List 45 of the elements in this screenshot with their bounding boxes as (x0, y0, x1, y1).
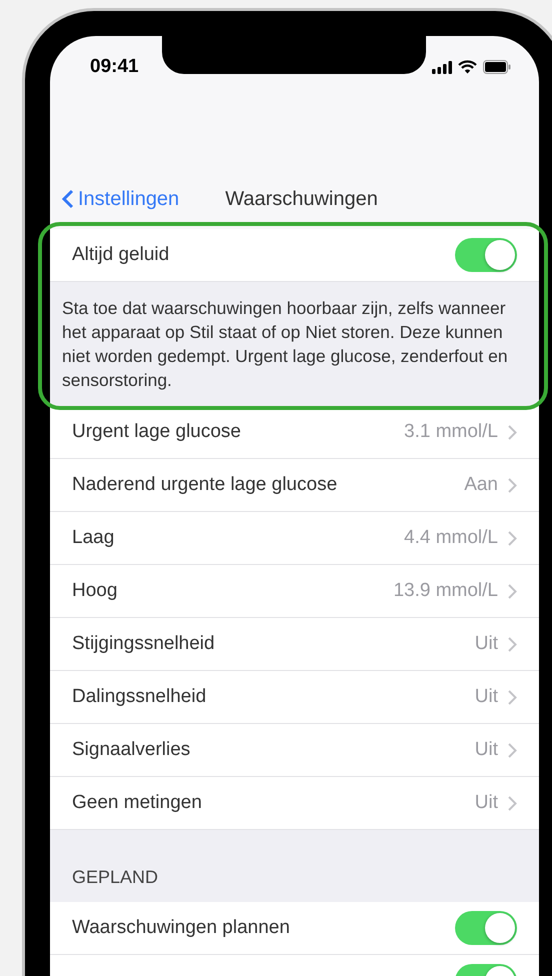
chevron-icon (508, 742, 517, 758)
row-label: Laag (72, 527, 116, 549)
row-label: Hoog (72, 580, 118, 602)
row-label: Altijd geluid (72, 244, 170, 266)
chevron-icon (508, 530, 517, 546)
row-value: Uit (474, 792, 498, 814)
row-value: Uit (474, 686, 498, 708)
chevron-icon (508, 584, 517, 598)
row-label: Urgent lage glucose (72, 421, 242, 443)
row-label: Geen metingen (72, 792, 203, 814)
settings-row[interactable]: Dalingssnelheid Uit (50, 671, 539, 724)
row-value: 13.9 mmol/L (393, 580, 498, 602)
chevron-icon (508, 690, 517, 704)
row-label: Signaalverlies (72, 739, 192, 761)
row-label: Stijgingssnelheid (72, 633, 216, 655)
settings-row[interactable]: Signaalverlies Uit (50, 724, 539, 777)
chevron-icon (508, 636, 517, 652)
chevron-icon (508, 478, 517, 492)
row-value: 4.4 mmol/L (404, 527, 498, 549)
row-value: 3.1 mmol/L (404, 421, 498, 443)
signal-icon (432, 60, 452, 74)
back-button[interactable]: Instellingen (62, 188, 180, 210)
settings-row[interactable]: Stijgingssnelheid Uit (50, 618, 539, 671)
chevron-icon (508, 424, 517, 440)
row-label: Waarschuwingen plannen (72, 917, 291, 939)
toggle-switch[interactable] (455, 238, 517, 272)
chevron-icon (508, 796, 517, 810)
battery-icon (483, 60, 511, 74)
wifi-icon (458, 60, 477, 74)
row-value: Uit (474, 739, 498, 761)
toggle-switch[interactable] (455, 911, 517, 945)
description-text: Sta toe dat waarschuwingen hoorbaar zijn, zelfs wanneer het apparaat op Stil staat of op Niet storen. Deze kunnen niet worden gedempt. Urgent lage glucose, zenderfout en sensorstoring. (50, 282, 539, 406)
row-value: Uit (474, 633, 498, 655)
row-label: Dalingssnelheid (72, 686, 208, 708)
settings-row[interactable]: Urgent lage glucose 3.1 mmol/L (50, 406, 539, 459)
section-header: GEPLAND (50, 830, 539, 902)
row-label: Naderend urgente lage glucose (72, 474, 338, 496)
chevron-icon (62, 189, 74, 209)
settings-row[interactable]: Naderend urgente lage glucose Aan (50, 459, 539, 512)
row-value: Aan (464, 474, 498, 496)
page-title: Waarschuwingen (225, 188, 378, 210)
settings-row[interactable]: Geen metingen Uit (50, 777, 539, 830)
status-time: 09:41 (90, 56, 139, 78)
settings-row[interactable]: Hoog 13.9 mmol/L (50, 565, 539, 618)
settings-row[interactable]: Laag 4.4 mmol/L (50, 512, 539, 565)
